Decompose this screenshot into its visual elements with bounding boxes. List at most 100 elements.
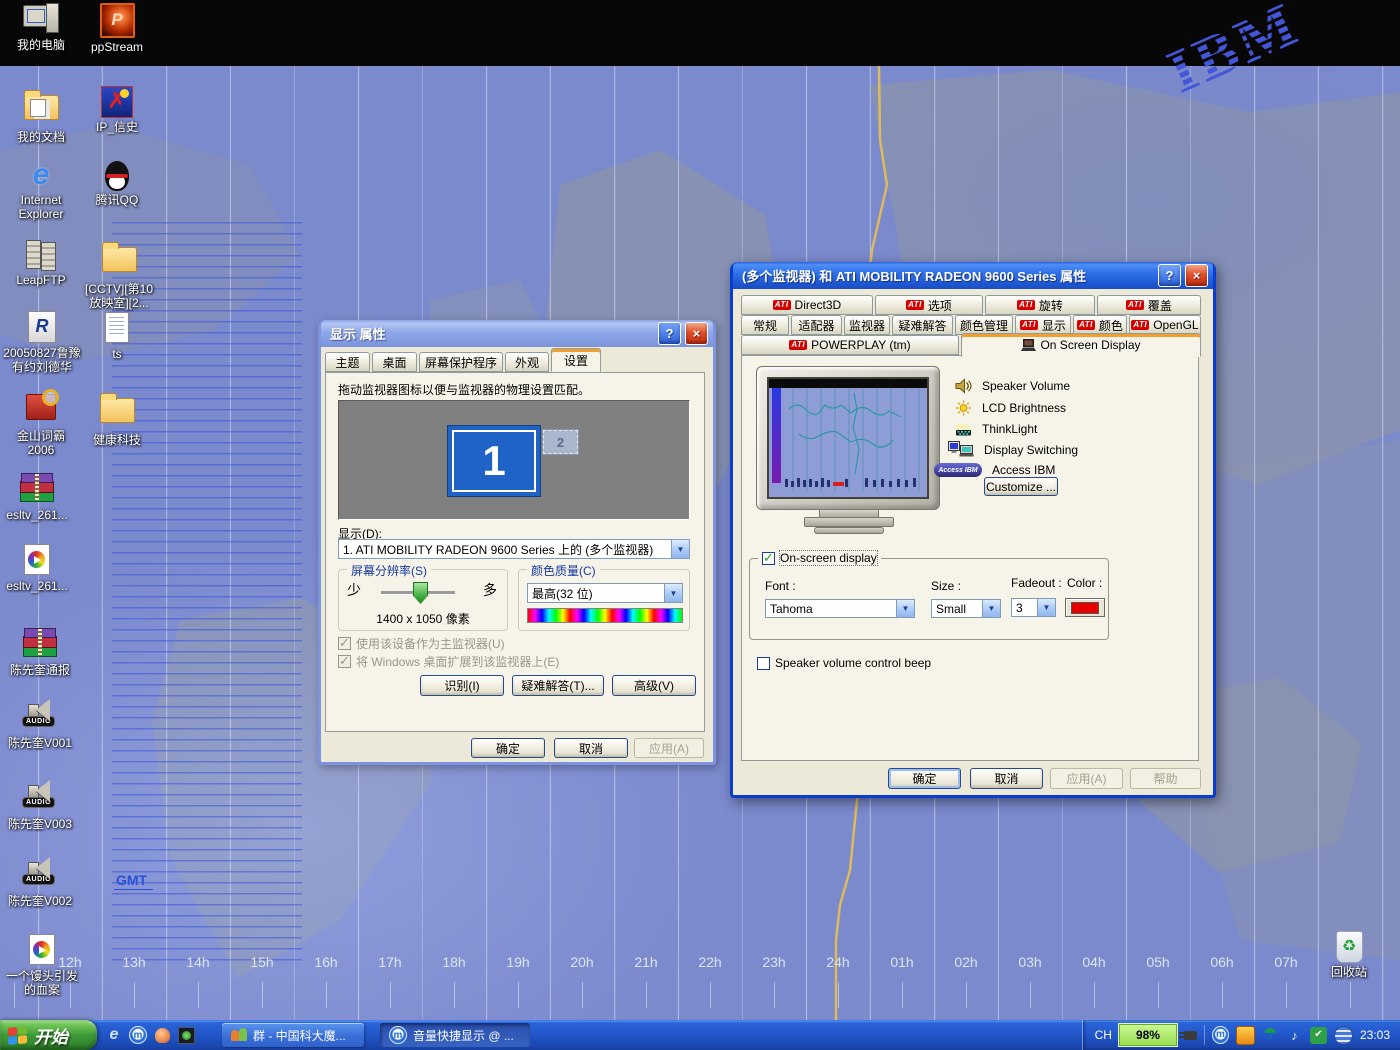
osd-item-display-switching: Display Switching (948, 441, 1078, 458)
tab-color-management[interactable]: 颜色管理 (955, 315, 1013, 335)
identify-button[interactable]: 识别(I) (420, 675, 504, 696)
close-button[interactable]: × (685, 322, 708, 345)
chevron-down-icon[interactable] (1037, 599, 1055, 616)
language-indicator[interactable]: CH (1095, 1028, 1112, 1042)
quick-launch-qq-icon[interactable] (152, 1025, 172, 1045)
display-dialog-titlebar[interactable]: 显示 属性 ? × (321, 320, 713, 347)
customize-button-label: Customize ... (986, 480, 1056, 494)
help-titlebar-button[interactable]: ? (658, 322, 681, 345)
monitor-1-number: 1 (482, 437, 505, 485)
tab-ati-displays[interactable]: ATI显示 (1015, 315, 1071, 335)
tab-options[interactable]: ATI选项 (875, 295, 983, 315)
extend-desktop-checkbox-row[interactable]: 将 Windows 桌面扩展到该监视器上(E) (338, 653, 559, 670)
osd-settings-group: On-screen display Font : Tahoma Size : S… (749, 558, 1109, 640)
start-button[interactable]: 开始 (0, 1020, 97, 1050)
desktop-icon-esltv-rar[interactable]: esltv_261... (2, 471, 72, 522)
tab-general[interactable]: 常规 (741, 315, 789, 335)
desktop-icon-my-documents[interactable]: 我的文档 (8, 86, 74, 144)
color-quality-combobox[interactable]: 最高(32 位) (527, 583, 683, 603)
desktop-icon-ts[interactable]: ts (92, 312, 142, 361)
taskbar-task-volume-display[interactable]: m 音量快捷显示 @ ... (380, 1023, 530, 1047)
desktop-icon-my-computer[interactable]: 我的电脑 (8, 3, 74, 52)
hour-label: 13h (122, 954, 145, 970)
tray-antivirus-icon[interactable]: ✔ (1310, 1027, 1327, 1044)
desktop-icon-recycle-bin[interactable]: ♻ 回收站 (1316, 931, 1382, 979)
tab-screensaver[interactable]: 屏幕保护程序 (419, 352, 503, 372)
monitor-2[interactable]: 2 (543, 430, 578, 454)
tray-volume-icon[interactable]: ♪ (1286, 1027, 1303, 1044)
tray-network-globe-icon[interactable] (1334, 1026, 1353, 1045)
task-button-label: 音量快捷显示 @ ... (413, 1027, 514, 1044)
desktop-icon-mantou-media[interactable]: 一个馒头引发 的血案 (2, 934, 82, 998)
tab-on-screen-display[interactable]: On Screen Display (961, 333, 1201, 357)
tab-themes[interactable]: 主题 (325, 352, 370, 372)
desktop-icon-audio-v001[interactable]: AUDIO 陈先奎V001 (2, 701, 78, 750)
ok-button[interactable]: 确定 (888, 768, 961, 789)
advanced-button[interactable]: 高级(V) (612, 675, 696, 696)
ati-dialog-titlebar[interactable]: (多个监视器) 和 ATI MOBILITY RADEON 9600 Serie… (733, 262, 1213, 289)
osd-color-swatch-button[interactable] (1065, 598, 1105, 617)
desktop-icon-audio-v003[interactable]: AUDIO 陈先奎V003 (2, 782, 78, 831)
clock[interactable]: 23:03 (1360, 1028, 1390, 1042)
tab-monitor[interactable]: 监视器 (844, 315, 890, 335)
chevron-down-icon[interactable] (896, 600, 914, 617)
ok-button-label: 确定 (912, 770, 936, 787)
speaker-beep-checkbox-row[interactable]: Speaker volume control beep (757, 656, 931, 670)
taskbar-task-qq-group[interactable]: 群 - 中国科大魔... (222, 1023, 364, 1047)
monitor-1[interactable]: 1 (447, 425, 541, 497)
desktop-icon-audio-v002[interactable]: AUDIO 陈先奎V002 (2, 859, 78, 908)
troubleshoot-button[interactable]: 疑难解答(T)... (512, 675, 604, 696)
desktop-icon-qq[interactable]: 腾讯QQ (84, 161, 150, 207)
chevron-down-icon[interactable] (671, 540, 689, 558)
primary-monitor-checkbox-label: 使用该设备作为主监视器(U) (356, 635, 505, 652)
tab-settings[interactable]: 设置 (551, 348, 601, 372)
customize-button[interactable]: Customize ... (984, 477, 1058, 496)
icon-label: 腾讯QQ (84, 193, 150, 207)
tab-ati-color[interactable]: ATI颜色 (1073, 315, 1127, 335)
tab-rotation[interactable]: ATI旋转 (985, 295, 1095, 315)
tray-maxthon-icon[interactable]: m (1212, 1027, 1229, 1044)
chevron-down-icon[interactable] (664, 584, 682, 602)
tab-troubleshoot[interactable]: 疑难解答 (892, 315, 953, 335)
quick-launch-maxthon-icon[interactable]: m (128, 1025, 148, 1045)
desktop-icon-cctv-folder[interactable]: [CCTV][第10 放映室][2... (80, 238, 158, 311)
tab-appearance[interactable]: 外观 (505, 352, 549, 372)
tab-overlay[interactable]: ATI覆盖 (1097, 295, 1201, 315)
icon-label: 健康科技 (84, 433, 150, 447)
help-titlebar-button[interactable]: ? (1158, 264, 1181, 287)
speaker-beep-checkbox[interactable] (757, 657, 770, 670)
desktop-icon-health-folder[interactable]: 健康科技 (84, 389, 150, 447)
desktop-icon-realplayer-file[interactable]: R 20050827鲁豫 有约刘德华 (2, 311, 82, 375)
resolution-slider-thumb[interactable] (413, 582, 428, 604)
gmt-label: GMT (114, 872, 153, 890)
tab-adapter[interactable]: 适配器 (791, 315, 842, 335)
desktop-icon-leapftp[interactable]: LeapFTP (8, 238, 74, 287)
tray-rising-umbrella-icon[interactable]: ☂ (1262, 1027, 1279, 1044)
quick-launch-desktop-icon[interactable] (176, 1025, 196, 1045)
tab-ati-opengl[interactable]: ATIOpenGL (1129, 315, 1201, 335)
primary-monitor-checkbox-row[interactable]: 使用该设备作为主监视器(U) (338, 635, 505, 652)
desktop-icon-ppstream[interactable]: P ppStream (84, 3, 150, 54)
desktop-icon-internet-explorer[interactable]: e Internet Explorer (8, 158, 74, 222)
ok-button[interactable]: 确定 (471, 738, 545, 758)
desktop-icon-esltv-media[interactable]: esltv_261... (2, 544, 72, 593)
font-combobox[interactable]: Tahoma (765, 599, 915, 618)
size-combobox[interactable]: Small (931, 599, 1001, 618)
tab-powerplay[interactable]: ATIPOWERPLAY (tm) (741, 335, 959, 355)
desktop-icon-chenxiankui-rar[interactable]: 陈先奎通报 (2, 626, 78, 677)
quick-launch-ie-icon[interactable]: e (104, 1025, 124, 1045)
tray-qq-icon[interactable] (1236, 1026, 1255, 1045)
osd-group-caption[interactable]: On-screen display (758, 551, 881, 565)
display-adapter-combobox[interactable]: 1. ATI MOBILITY RADEON 9600 Series 上的 (多… (338, 539, 690, 559)
desktop-icon-ip-tool[interactable]: ✗ IP_信史 (84, 86, 150, 134)
tab-desktop[interactable]: 桌面 (372, 352, 417, 372)
desktop-icon-kingsoft-ciba[interactable]: 金山词霸 2006 (8, 389, 74, 458)
cancel-button[interactable]: 取消 (970, 768, 1043, 789)
close-button[interactable]: × (1185, 264, 1208, 287)
fadeout-combobox[interactable]: 3 (1011, 598, 1056, 617)
osd-enabled-checkbox[interactable] (762, 552, 775, 565)
chevron-down-icon[interactable] (982, 600, 1000, 617)
cancel-button[interactable]: 取消 (554, 738, 628, 758)
battery-meter[interactable]: 98% (1119, 1024, 1177, 1046)
tab-direct3d[interactable]: ATIDirect3D (741, 295, 873, 315)
